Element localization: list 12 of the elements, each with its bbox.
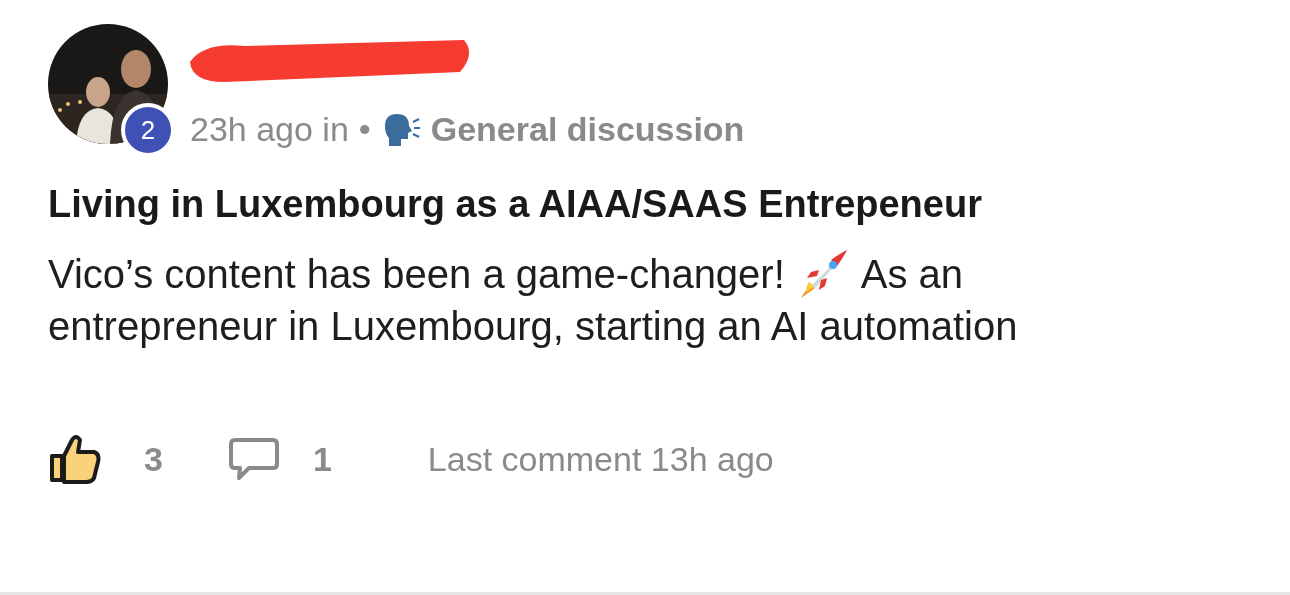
post-title: Living in Luxembourg as a AIAA/SAAS Entrepeneur [48, 183, 983, 226]
post-time: 23h ago in [190, 110, 349, 149]
post-text: Vico’s content has been a game-changer! [48, 251, 785, 298]
comment-icon[interactable] [226, 436, 281, 482]
thumbs-up-icon[interactable] [48, 434, 102, 484]
post-text: As an [860, 251, 964, 298]
post-text: entrepreneur in Luxembourg, starting an AI automation [48, 303, 1018, 350]
separator-dot: • [358, 110, 371, 149]
like-count: 3 [144, 439, 163, 479]
category-link[interactable]: General discussion [430, 110, 745, 149]
comment-count: 1 [312, 439, 332, 479]
last-comment-time: Last comment 13h ago [427, 439, 774, 479]
